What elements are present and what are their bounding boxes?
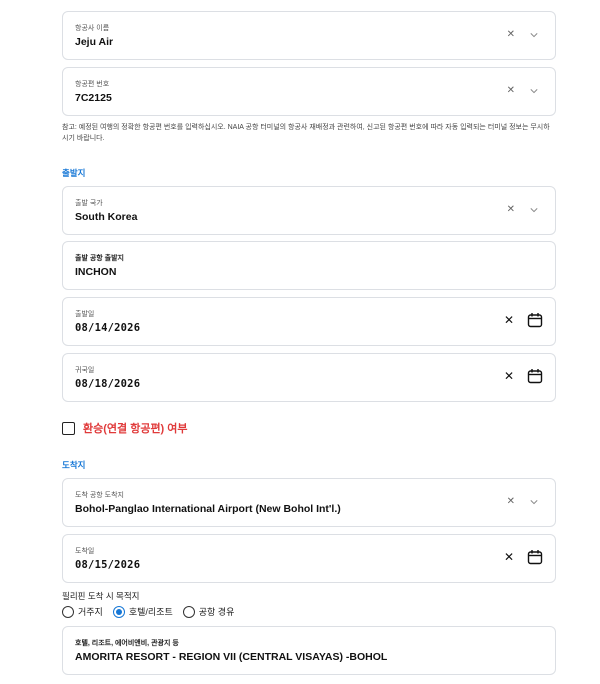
arrival-airport-value: Bohol-Panglao International Airport (New… (75, 503, 341, 515)
clear-icon[interactable]: ✕ (507, 204, 515, 215)
radio-button[interactable] (182, 605, 195, 618)
return-date-value: 08/18/2026 (75, 378, 141, 390)
departure-date-value: 08/14/2026 (75, 322, 141, 334)
radio-option-transit[interactable]: 공항 경유 (182, 605, 235, 618)
clear-icon[interactable]: ✕ (507, 29, 515, 40)
accommodation-value: AMORITA RESORT - REGION VII (CENTRAL VIS… (75, 651, 388, 663)
calendar-icon[interactable] (527, 368, 543, 384)
radio-button[interactable] (62, 605, 74, 618)
chevron-down-icon[interactable] (530, 31, 538, 39)
departure-country-value: South Korea (75, 211, 138, 223)
departure-airport-label: 출발 공항 출발지 (75, 255, 124, 262)
flight-number-label: 항공편 번호 (75, 81, 110, 88)
transfer-checkbox[interactable] (62, 421, 75, 435)
accommodation-field[interactable]: 호텔, 리조트, 에어비앤비, 관광지 등 AMORITA RESORT - R… (62, 626, 556, 675)
departure-date-field[interactable]: 출발일 08/14/2026 ✕ (62, 297, 556, 346)
arrival-date-label: 도착일 (75, 548, 95, 555)
radio-button-selected[interactable] (112, 605, 125, 618)
transfer-label: 환승(연결 항공편) 여부 (83, 423, 188, 435)
clear-icon[interactable]: ✕ (507, 496, 515, 507)
flight-number-select[interactable]: 항공편 번호 7C2125 ✕ (62, 67, 556, 116)
radio-option-hotel[interactable]: 호텔/리조트 (112, 605, 173, 618)
arrival-airport-label: 도착 공항 도착지 (75, 492, 124, 499)
radio-option-residence[interactable]: 거주지 (62, 605, 103, 618)
flight-number-value: 7C2125 (75, 92, 112, 104)
calendar-icon[interactable] (527, 549, 543, 565)
calendar-icon[interactable] (527, 312, 543, 328)
departure-country-label: 출발 국가 (75, 200, 103, 207)
airline-value: Jeju Air (75, 36, 114, 48)
departure-airport-field[interactable]: 출발 공항 출발지 INCHON (62, 241, 556, 290)
accommodation-label: 호텔, 리조트, 에어비앤비, 관광지 등 (75, 640, 179, 647)
clear-icon[interactable]: ✕ (504, 369, 514, 383)
chevron-down-icon[interactable] (530, 87, 538, 95)
chevron-down-icon[interactable] (530, 206, 538, 214)
departure-country-select[interactable]: 출발 국가 South Korea ✕ (62, 186, 556, 235)
clear-icon[interactable]: ✕ (507, 85, 515, 96)
return-date-field[interactable]: 귀국일 08/18/2026 ✕ (62, 353, 556, 402)
radio-label: 호텔/리조트 (128, 607, 173, 617)
departure-section-title: 출발지 (62, 168, 86, 178)
arrival-date-field[interactable]: 도착일 08/15/2026 ✕ (62, 534, 556, 583)
airline-label: 항공사 이름 (75, 25, 110, 32)
radio-label: 공항 경유 (198, 607, 235, 617)
airline-select[interactable]: 항공사 이름 Jeju Air ✕ (62, 11, 556, 60)
chevron-down-icon[interactable] (530, 498, 538, 506)
arrival-airport-select[interactable]: 도착 공항 도착지 Bohol-Panglao International Ai… (62, 478, 556, 527)
arrival-date-value: 08/15/2026 (75, 559, 141, 571)
departure-date-label: 출발일 (75, 311, 95, 318)
purpose-radio-group: 거주지 호텔/리조트 공항 경유 (62, 605, 238, 618)
transfer-checkbox-row[interactable]: 환승(연결 항공편) 여부 (62, 420, 188, 436)
radio-label: 거주지 (78, 607, 103, 617)
flight-number-note: 참고: 예정된 여행의 정확한 항공편 번호를 입력하십시오. NAIA 공항 … (62, 124, 550, 142)
return-date-label: 귀국일 (75, 367, 95, 374)
purpose-title: 필리핀 도착 시 목적지 (62, 591, 140, 601)
departure-airport-value: INCHON (75, 266, 117, 278)
arrival-section-title: 도착지 (62, 460, 86, 470)
clear-icon[interactable]: ✕ (504, 313, 514, 327)
clear-icon[interactable]: ✕ (504, 550, 514, 564)
